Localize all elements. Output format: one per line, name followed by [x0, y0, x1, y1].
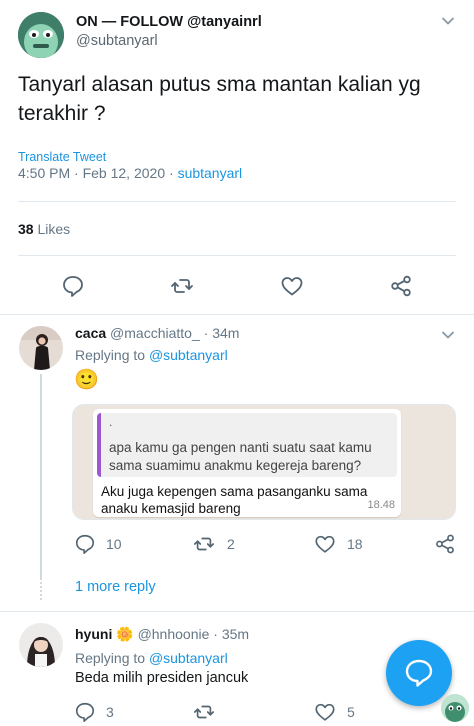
reply-emoji: 🙂 — [74, 369, 99, 391]
retweet-icon[interactable] — [193, 533, 215, 555]
tweet-meta: 4:50 PM · Feb 12, 2020 · subtanyarl — [18, 165, 242, 181]
retweet-icon[interactable] — [193, 701, 215, 723]
like-icon[interactable] — [314, 701, 336, 723]
retweet-count: 2 — [227, 536, 235, 552]
meta-separator: · — [213, 626, 218, 642]
likes-label: Likes — [37, 221, 71, 237]
reply-name[interactable]: hyuni — [75, 626, 112, 642]
reply-count: 10 — [106, 536, 122, 552]
author-name[interactable]: ON — FOLLOW @tanyainrl — [76, 14, 262, 30]
like-count: 18 — [347, 536, 363, 552]
like-count: 5 — [347, 704, 355, 720]
reply-avatar[interactable] — [19, 326, 63, 370]
like-icon[interactable] — [280, 274, 304, 298]
reply-count: 3 — [106, 704, 114, 720]
chevron-down-icon[interactable] — [441, 328, 455, 342]
likes-count[interactable]: 38 Likes — [18, 221, 70, 237]
divider — [18, 255, 456, 256]
reply-time: 34m — [212, 325, 240, 341]
quote-dot: . — [109, 415, 113, 429]
thread-line-dotted — [40, 578, 42, 600]
meta-separator: · — [74, 165, 79, 181]
meta-separator: · — [169, 165, 174, 181]
retweet-icon[interactable] — [170, 274, 194, 298]
chevron-down-icon[interactable] — [441, 14, 455, 28]
quoted-text: apa kamu ga pengen nanti suatu saat kamu… — [109, 440, 372, 473]
meta-separator: · — [203, 325, 209, 341]
reply-time: 35m — [221, 626, 250, 642]
divider — [0, 611, 474, 612]
more-replies-link[interactable]: 1 more reply — [75, 579, 156, 595]
divider — [0, 314, 474, 315]
chat-time: 18.48 — [367, 499, 395, 511]
tweet-source-link[interactable]: subtanyarl — [178, 165, 243, 181]
translate-tweet-link[interactable]: Translate Tweet — [18, 150, 106, 164]
quoted-message: . apa kamu ga pengen nanti suatu saat ka… — [97, 413, 397, 477]
chat-bubble: . apa kamu ga pengen nanti suatu saat ka… — [93, 409, 401, 517]
compose-reply-button[interactable] — [386, 640, 452, 706]
share-icon[interactable] — [389, 274, 413, 298]
replying-to: Replying to @subtanyarl — [75, 650, 228, 666]
chat-bubble-icon — [405, 659, 433, 687]
reply-name[interactable]: caca — [75, 325, 106, 341]
replying-to-label: Replying to — [75, 347, 146, 363]
replying-to-handle[interactable]: @subtanyarl — [149, 347, 228, 363]
account-avatar[interactable] — [441, 694, 469, 722]
flower-emoji: 🌼 — [116, 626, 134, 642]
reply-handle[interactable]: @hnhoonie — [138, 626, 210, 642]
divider — [18, 201, 456, 202]
likes-number: 38 — [18, 221, 34, 237]
thread-line — [40, 374, 42, 578]
reply-handle[interactable]: @macchiatto_ — [110, 325, 200, 341]
reply-header: caca @macchiatto_ · 34m — [75, 325, 239, 341]
tweet-time: 4:50 PM — [18, 165, 71, 181]
reply-image[interactable]: . apa kamu ga pengen nanti suatu saat ka… — [72, 404, 456, 520]
reply-icon[interactable] — [74, 533, 96, 555]
reply-header: hyuni 🌼 @hnhoonie · 35m — [75, 626, 249, 643]
reply-icon[interactable] — [61, 274, 85, 298]
replying-to-label: Replying to — [75, 650, 146, 666]
replying-to-handle[interactable]: @subtanyarl — [149, 650, 228, 666]
like-icon[interactable] — [314, 533, 336, 555]
chat-message: Aku juga kepengen sama pasanganku sama a… — [101, 484, 368, 516]
tweet-date: Feb 12, 2020 — [82, 165, 166, 181]
author-avatar[interactable] — [18, 12, 64, 58]
replying-to: Replying to @subtanyarl — [75, 347, 228, 363]
author-handle[interactable]: @subtanyarl — [76, 33, 158, 49]
share-icon[interactable] — [434, 533, 456, 555]
reply-text: Beda milih presiden jancuk — [75, 670, 249, 686]
reply-icon[interactable] — [74, 701, 96, 723]
reply-avatar[interactable] — [19, 623, 63, 667]
tweet-text: Tanyarl alasan putus sma mantan kalian y… — [18, 73, 421, 125]
